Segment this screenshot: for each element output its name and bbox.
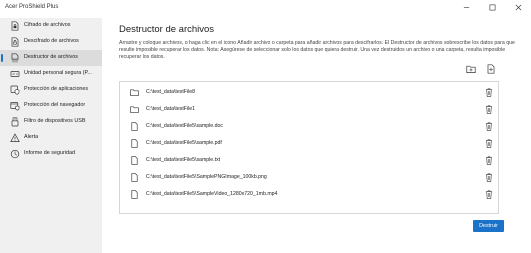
trash-icon [486,139,492,148]
close-button[interactable] [505,0,531,14]
sidebar-item-usb-filter[interactable]: Filtro de dispositivos USB [0,114,102,130]
trash-icon [486,173,492,182]
file-lock-icon [10,21,20,31]
report-icon [10,149,20,159]
browser-shield-icon [10,101,20,111]
app-shield-icon [10,85,20,95]
file-icon [130,173,139,182]
sidebar-item-label: Unidad personal segura (P... [24,70,92,76]
trash-icon [486,156,492,165]
sidebar-item-browser-protection[interactable]: Protección del navegador [0,98,102,114]
trash-icon [486,122,492,131]
file-list[interactable]: C:\test_data\testFile8 C:\test_data\test… [119,81,499,214]
file-path: C:\test_data\testFile8 [146,89,196,95]
sidebar-item-label: Cifrado de archivos [24,22,71,28]
file-shredder-icon [10,53,20,63]
add-file-button[interactable] [486,64,496,74]
file-path: C:\test_data\testFile5\sample.pdf [146,140,222,146]
sidebar-item-label: Protección de aplicaciones [24,86,89,92]
file-path: C:\test_data\testFile5\sample.txt [146,157,221,163]
file-path: C:\test_data\testFile5\SampleVideo_1280x… [146,191,278,197]
sidebar-item-file-decryption[interactable]: Descifrado de archivos [0,34,102,50]
title-bar: Acer ProShield Plus [0,0,531,18]
delete-button[interactable] [485,190,493,199]
close-icon [515,4,521,10]
file-path: C:\test_data\testFile5\sample.doc [146,123,223,129]
alert-icon [10,133,20,143]
list-item[interactable]: C:\test_data\testFile5\sample.doc [120,119,498,134]
list-item[interactable]: C:\test_data\testFile5\SamplePNGImage_10… [120,170,498,185]
trash-icon [486,190,492,199]
trash-icon [486,105,492,114]
sidebar-item-secure-drive[interactable]: Unidad personal segura (P... [0,66,102,82]
file-unlock-icon [10,37,20,47]
window-controls [453,0,531,14]
list-item[interactable]: C:\test_data\testFile8 [120,85,498,100]
sidebar-item-security-report[interactable]: Informe de seguridad [0,146,102,162]
sidebar-item-label: Informe de seguridad [24,150,75,156]
minimize-button[interactable] [453,0,479,14]
delete-button[interactable] [485,139,493,148]
list-item[interactable]: C:\test_data\testFile5\sample.txt [120,153,498,168]
delete-button[interactable] [485,122,493,131]
list-item[interactable]: C:\test_data\testFile1 [120,102,498,117]
file-icon [130,122,139,131]
folder-icon [130,88,139,97]
sidebar-item-label: Filtro de dispositivos USB [24,118,86,124]
delete-button[interactable] [485,105,493,114]
list-item[interactable]: C:\test_data\testFile5\sample.pdf [120,136,498,151]
sidebar-item-file-shredder[interactable]: Destructor de archivos [0,50,102,66]
page-title: Destructor de archivos [119,24,215,35]
maximize-icon [489,4,495,10]
usb-icon [10,117,20,127]
sidebar-item-label: Destructor de archivos [24,54,78,60]
maximize-button[interactable] [479,0,505,14]
sidebar-item-file-encryption[interactable]: Cifrado de archivos [0,18,102,34]
add-folder-icon [466,65,476,73]
main-panel: Destructor de archivos Arrastre y coloqu… [102,18,531,253]
sidebar-item-app-protection[interactable]: Protección de aplicaciones [0,82,102,98]
page-description: Arrastre y coloque archivos, o haga clic… [119,40,515,60]
file-icon [130,190,139,199]
list-item[interactable]: C:\test_data\testFile5\SampleVideo_1280x… [120,187,498,202]
trash-icon [486,88,492,97]
file-icon [130,156,139,165]
file-toolbar [466,64,496,74]
destroy-button[interactable]: Destruir [473,220,504,232]
add-file-icon [487,64,495,74]
app-title: Acer ProShield Plus [5,4,59,10]
file-icon [130,139,139,148]
delete-button[interactable] [485,156,493,165]
file-path: C:\test_data\testFile1 [146,106,196,112]
folder-icon [130,105,139,114]
sidebar-item-label: Descifrado de archivos [24,38,79,44]
sidebar: Cifrado de archivos Descifrado de archiv… [0,18,102,253]
file-path: C:\test_data\testFile5\SamplePNGImage_10… [146,174,267,180]
delete-button[interactable] [485,88,493,97]
delete-button[interactable] [485,173,493,182]
minimize-icon [463,6,469,8]
sidebar-item-label: Protección del navegador [24,102,86,108]
secure-drive-icon [10,69,20,79]
sidebar-item-alert[interactable]: Alerta [0,130,102,146]
sidebar-item-label: Alerta [24,134,39,140]
add-folder-button[interactable] [466,64,476,74]
